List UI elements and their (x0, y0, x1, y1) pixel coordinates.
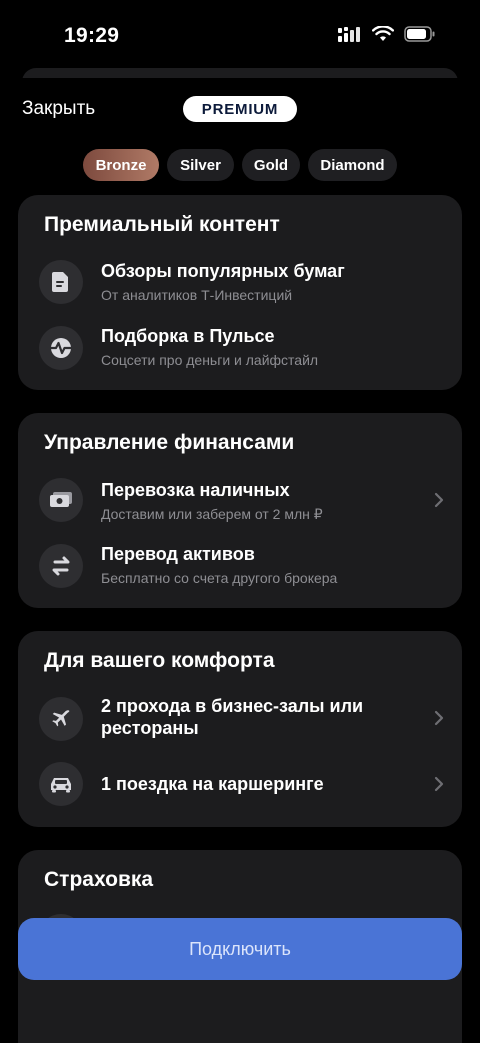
chevron-right-icon (434, 492, 444, 508)
row-cash-delivery[interactable]: Перевозка наличных Доставим или заберем … (18, 476, 462, 532)
row-subtitle: От аналитиков Т-Инвестиций (101, 287, 293, 303)
battery-icon (404, 26, 435, 42)
tier-silver[interactable]: Silver (167, 149, 234, 181)
connect-button[interactable]: Подключить (18, 918, 462, 980)
row-title: Обзоры популярных бумаг (101, 261, 345, 281)
transfer-icon (39, 544, 83, 588)
card-title: Премиальный контент (44, 213, 280, 236)
cash-icon (39, 478, 83, 522)
status-icons (338, 26, 436, 42)
card-comfort: Для вашего комфорта 2 прохода в бизнес-з… (18, 631, 462, 827)
card-title: Страховка (44, 868, 154, 891)
wifi-icon (372, 26, 394, 41)
card-premium-content: Премиальный контент Обзоры популярных бу… (18, 195, 462, 390)
row-business-lounges[interactable]: 2 прохода в бизнес-залы или рестораны (18, 695, 462, 745)
row-subtitle: Соцсети про деньги и лайфстайл (101, 352, 319, 368)
row-title: 2 прохода в бизнес-залы или рестораны (101, 696, 364, 738)
airplane-icon (39, 697, 83, 741)
row-title: 1 поездка на каршеринге (101, 774, 324, 794)
row-title: Перевод активов (101, 544, 255, 564)
close-button[interactable]: Закрыть (22, 98, 95, 120)
tier-selector: Bronze Silver Gold Diamond (0, 149, 480, 181)
sheet-divider (0, 78, 480, 92)
card-title: Управление финансами (44, 431, 295, 454)
tier-diamond[interactable]: Diamond (308, 149, 397, 181)
tier-bronze[interactable]: Bronze (83, 149, 159, 181)
document-icon (39, 260, 83, 304)
row-carsharing[interactable]: 1 поездка на каршеринге (18, 761, 462, 809)
card-finance: Управление финансами Перевозка наличных … (18, 413, 462, 608)
chevron-right-icon (434, 776, 444, 792)
row-title: Подборка в Пульсе (101, 326, 275, 346)
row-title: Перевозка наличных (101, 480, 290, 500)
row-stock-reviews[interactable]: Обзоры популярных бумаг От аналитиков Т-… (18, 257, 462, 313)
status-time: 19:29 (64, 24, 120, 47)
row-pulse[interactable]: Подборка в Пульсе Соцсети про деньги и л… (18, 323, 462, 379)
card-title: Для вашего комфорта (44, 649, 275, 672)
pulse-icon (39, 326, 83, 370)
row-asset-transfer[interactable]: Перевод активов Бесплатно со счета друго… (18, 541, 462, 597)
row-subtitle: Бесплатно со счета другого брокера (101, 570, 338, 586)
chevron-right-icon (434, 710, 444, 726)
status-bar: 19:29 (0, 0, 480, 70)
signal-icon (338, 27, 360, 42)
car-icon (39, 762, 83, 806)
row-subtitle: Доставим или заберем от 2 млн ₽ (101, 506, 323, 522)
premium-badge: PREMIUM (183, 96, 297, 122)
tier-gold[interactable]: Gold (242, 149, 300, 181)
